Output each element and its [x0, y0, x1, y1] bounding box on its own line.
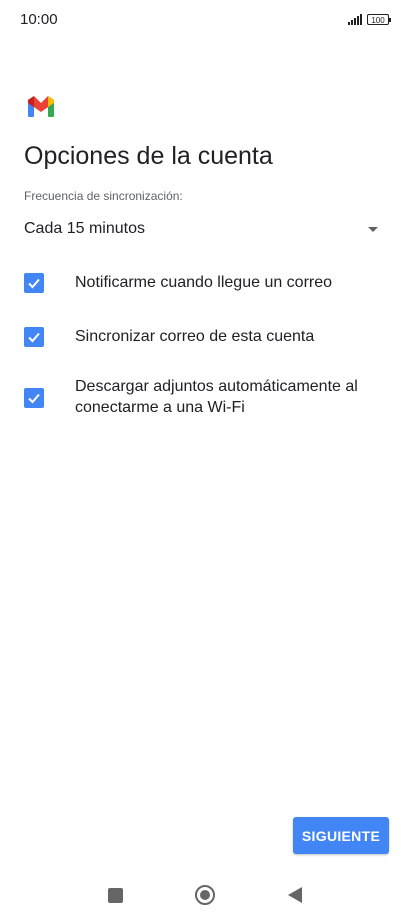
option-download-attachments[interactable]: Descargar adjuntos automáticamente al co…	[24, 376, 384, 420]
checkmark-icon	[28, 393, 40, 404]
option-notify[interactable]: Notificarme cuando llegue un correo	[24, 272, 384, 296]
sync-frequency-value: Cada 15 minutos	[24, 220, 145, 237]
dropdown-arrow-icon	[368, 227, 378, 232]
checkmark-icon	[28, 278, 40, 289]
option-sync[interactable]: Sincronizar correo de esta cuenta	[24, 326, 384, 350]
navigation-bar	[0, 875, 413, 920]
status-bar: 10:00 100	[0, 0, 413, 40]
triangle-back-icon[interactable]	[288, 887, 302, 903]
notify-label: Notificarme cuando llegue un correo	[75, 274, 333, 291]
notify-checkbox[interactable]	[24, 273, 44, 293]
sync-checkbox[interactable]	[24, 327, 44, 347]
square-icon[interactable]	[108, 888, 123, 903]
sync-frequency-label: Frecuencia de sincronización:	[24, 189, 183, 203]
battery-level: 100	[371, 16, 385, 25]
download-attachments-label: Descargar adjuntos automáticamente al co…	[75, 378, 358, 416]
checkmark-icon	[28, 332, 40, 343]
next-button[interactable]: SIGUIENTE	[293, 817, 389, 854]
download-attachments-checkbox[interactable]	[24, 388, 44, 408]
status-icons: 100	[348, 14, 391, 25]
battery-icon: 100	[367, 14, 391, 25]
sync-frequency-dropdown[interactable]: Cada 15 minutos	[24, 212, 384, 246]
signal-icon	[348, 14, 362, 25]
circle-icon[interactable]	[195, 885, 215, 905]
sync-label: Sincronizar correo de esta cuenta	[75, 328, 315, 345]
gmail-logo-icon	[28, 96, 54, 118]
status-time: 10:00	[20, 11, 58, 28]
page-title: Opciones de la cuenta	[24, 142, 273, 170]
